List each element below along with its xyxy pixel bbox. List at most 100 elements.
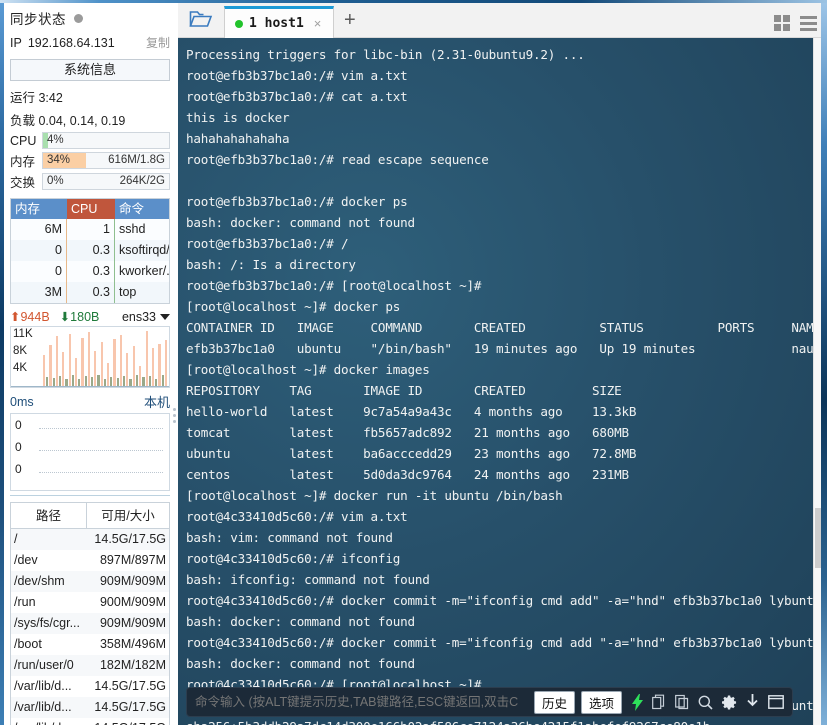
terminal-line: centos latest 5d0da3dc9764 24 months ago… bbox=[186, 467, 629, 482]
disk-size: 14.5G/17.5G bbox=[94, 532, 166, 546]
disk-size: 14.5G/17.5G bbox=[94, 679, 166, 693]
process-cpu: 0.3 bbox=[67, 282, 115, 303]
tab-label: 1 host1 bbox=[249, 16, 304, 31]
tab-toolbar: 1 host1 × + bbox=[178, 0, 827, 38]
hamburger-menu-icon[interactable] bbox=[800, 15, 817, 31]
disk-col-size[interactable]: 可用/大小 bbox=[87, 503, 169, 528]
terminal-pane: 1 host1 × + Processing triggers for libc… bbox=[178, 0, 827, 725]
terminal-tab-host1[interactable]: 1 host1 × bbox=[224, 6, 334, 38]
terminal-line: bash: ifconfig: command not found bbox=[186, 572, 430, 587]
process-table-header: 内存 CPU 命令 bbox=[11, 199, 169, 219]
down-arrow-icon: ⬇ bbox=[59, 310, 71, 324]
swap-meter-percent: 0% bbox=[47, 175, 64, 187]
search-icon[interactable] bbox=[698, 695, 713, 710]
terminal-line: REPOSITORY TAG IMAGE ID CREATED SIZE bbox=[186, 383, 622, 398]
terminal-line: ubuntu latest ba6acccedd29 23 months ago… bbox=[186, 446, 637, 461]
terminal-line: root@efb3b37bc1a0:/# [root@localhost ~]# bbox=[186, 278, 482, 293]
gear-icon[interactable] bbox=[722, 694, 737, 710]
grid-view-icon[interactable] bbox=[774, 15, 790, 31]
terminal-line: tomcat latest fb5657adc892 21 months ago… bbox=[186, 425, 629, 440]
download-value: 180B bbox=[70, 310, 100, 324]
table-row[interactable]: /run 900M/909M bbox=[11, 592, 169, 613]
table-row[interactable]: / 14.5G/17.5G bbox=[11, 529, 169, 550]
folder-open-icon[interactable] bbox=[178, 0, 224, 37]
table-row[interactable]: /boot 358M/496M bbox=[11, 634, 169, 655]
options-button[interactable]: 选项 bbox=[580, 690, 622, 714]
download-icon[interactable] bbox=[746, 694, 759, 710]
paste-icon[interactable] bbox=[675, 694, 689, 710]
terminal-line: root@4c33410d5c60:/# docker commit -m="i… bbox=[186, 635, 813, 650]
memory-meter-row: 内存 34% 616M/1.8G bbox=[6, 150, 174, 171]
terminal-line: root@4c33410d5c60:/# vim a.txt bbox=[186, 509, 408, 524]
terminal-line: efb3b37bc1a0 ubuntu "/bin/bash" 19 minut… bbox=[186, 341, 813, 356]
memory-meter-detail: 616M/1.8G bbox=[108, 154, 165, 166]
disk-col-path[interactable]: 路径 bbox=[11, 503, 87, 528]
process-memory: 0 bbox=[11, 261, 67, 282]
sync-status-label: 同步状态 bbox=[10, 12, 66, 27]
table-row[interactable]: /dev/shm 909M/909M bbox=[11, 571, 169, 592]
disk-path: / bbox=[14, 532, 18, 546]
swap-meter-detail: 264K/2G bbox=[119, 175, 165, 187]
memory-meter: 34% 616M/1.8G bbox=[42, 152, 170, 169]
system-info-button[interactable]: 系统信息 bbox=[10, 59, 170, 81]
connection-status-dot-icon bbox=[235, 19, 243, 28]
terminal-line: bash: docker: command not found bbox=[186, 656, 415, 671]
process-cpu: 1 bbox=[67, 219, 115, 240]
ping-graph: 0 0 0 bbox=[10, 413, 170, 491]
ping-target[interactable]: 本机 bbox=[144, 392, 170, 411]
table-row[interactable]: /dev 897M/897M bbox=[11, 550, 169, 571]
table-row[interactable]: /var/lib/d...14.5G/17.5G bbox=[11, 697, 169, 718]
table-row[interactable]: 0 0.3 ksoftirqd/0 bbox=[11, 240, 169, 261]
cpu-meter-row: CPU 4% bbox=[6, 131, 174, 150]
command-input-bar: 历史 选项 bbox=[186, 687, 793, 717]
terminal-line: root@4c33410d5c60:/# ifconfig bbox=[186, 551, 401, 566]
process-memory: 0 bbox=[11, 240, 67, 261]
terminal-line: bash: /: Is a directory bbox=[186, 257, 356, 272]
command-input[interactable] bbox=[195, 695, 528, 709]
table-row[interactable]: 0 0.3 kworker/... bbox=[11, 261, 169, 282]
net-bars bbox=[43, 329, 167, 386]
process-col-memory[interactable]: 内存 bbox=[11, 199, 67, 219]
process-command: ksoftirqd/0 bbox=[119, 243, 169, 257]
swap-meter-row: 交换 0% 264K/2G bbox=[6, 171, 174, 192]
copy-icon[interactable] bbox=[652, 694, 666, 710]
monitor-sidebar: 同步状态 IP 192.168.64.131 复制 系统信息 运行 3:42 负… bbox=[0, 0, 178, 725]
net-tick-4k: 4K bbox=[13, 362, 28, 374]
disk-path: /run bbox=[14, 595, 36, 609]
app-window: 同步状态 IP 192.168.64.131 复制 系统信息 运行 3:42 负… bbox=[0, 0, 827, 725]
process-command: top bbox=[119, 285, 137, 299]
close-icon[interactable]: × bbox=[314, 16, 322, 31]
process-col-command[interactable]: 命令 bbox=[115, 199, 169, 219]
ping-tick-2: 0 bbox=[15, 462, 22, 476]
terminal-output[interactable]: Processing triggers for libc-bin (2.31-0… bbox=[178, 38, 813, 725]
history-button[interactable]: 历史 bbox=[533, 690, 575, 714]
swap-meter-label: 交换 bbox=[10, 176, 36, 190]
interface-selector[interactable]: ens33 bbox=[122, 310, 170, 324]
process-col-cpu[interactable]: CPU bbox=[67, 199, 115, 219]
window-icon[interactable] bbox=[768, 695, 784, 709]
table-row[interactable]: /run/user/0 182M/182M bbox=[11, 655, 169, 676]
table-row[interactable]: 3M 0.3 top bbox=[11, 282, 169, 303]
network-stats-row: ⬆944B ⬇180B ens33 bbox=[6, 304, 174, 326]
copy-ip-link[interactable]: 复制 bbox=[146, 34, 170, 51]
chevron-down-icon bbox=[160, 314, 170, 321]
memory-meter-percent: 34% bbox=[47, 154, 71, 166]
disk-path: /dev/shm bbox=[14, 574, 65, 588]
disk-path: /boot bbox=[14, 637, 42, 651]
table-row[interactable]: /var/lib/d...14.5G/17.5G bbox=[11, 718, 169, 725]
table-row[interactable]: /var/lib/d...14.5G/17.5G bbox=[11, 676, 169, 697]
disk-size: 897M/897M bbox=[99, 553, 166, 567]
ping-tick-0: 0 bbox=[15, 418, 22, 432]
ping-latency: 0ms bbox=[10, 394, 34, 409]
table-row[interactable]: 6M 1 sshd bbox=[11, 219, 169, 240]
table-row[interactable]: /sys/fs/cgr... 909M/909M bbox=[11, 613, 169, 634]
add-tab-button[interactable]: + bbox=[334, 10, 366, 34]
terminal-line: root@efb3b37bc1a0:/# docker ps bbox=[186, 194, 408, 209]
process-command: kworker/... bbox=[119, 264, 169, 278]
memory-meter-label: 内存 bbox=[10, 155, 36, 169]
terminal-line: CONTAINER ID IMAGE COMMAND CREATED STATU… bbox=[186, 320, 813, 335]
lightning-icon[interactable] bbox=[632, 693, 643, 711]
disk-size: 14.5G/17.5G bbox=[94, 700, 166, 714]
terminal-line: [root@localhost ~]# docker images bbox=[186, 362, 430, 377]
terminal-line: Processing triggers for libc-bin (2.31-0… bbox=[186, 47, 585, 62]
